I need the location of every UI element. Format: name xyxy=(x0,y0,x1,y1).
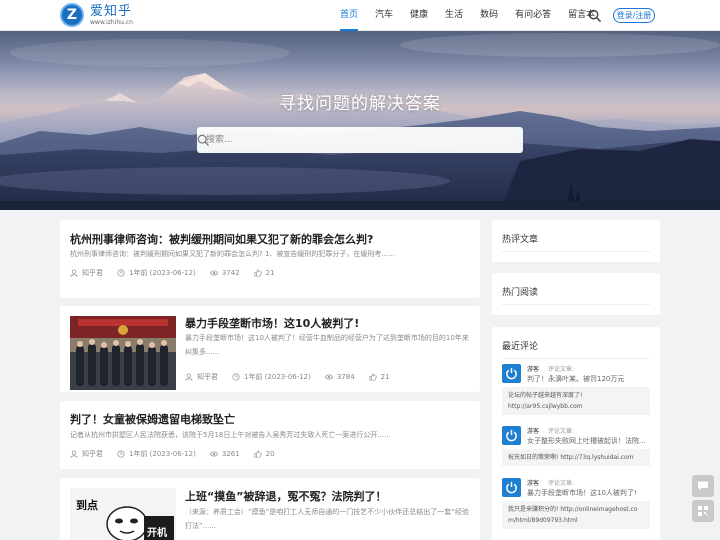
widget-title: 热门阅读 xyxy=(502,288,539,298)
post-date: 1年前 (2023-06-12) xyxy=(244,373,311,381)
comment-item: 游客 评论文章: 女子整形失败网上吐槽被起诉！法院... 祝充如日的策荣啊! h… xyxy=(502,426,650,470)
post-likes: 21 xyxy=(265,269,275,277)
search-icon[interactable] xyxy=(588,9,601,22)
avatar xyxy=(502,426,521,445)
clock-icon xyxy=(232,373,240,381)
post-card[interactable]: 暴力手段垄断市场！这10人被判了! 暴力手段垄断市场！这10人被判了！经营牛血制… xyxy=(60,306,480,392)
power-icon xyxy=(506,481,517,494)
comment-on-label: 评论文章: xyxy=(548,428,575,435)
nav-item-auto[interactable]: 汽车 xyxy=(375,0,393,31)
post-likes: 20 xyxy=(265,450,275,458)
comment-on-label: 评论文章: xyxy=(548,366,575,373)
avatar xyxy=(502,364,521,383)
user-icon xyxy=(70,269,78,277)
post-date: 1年前 (2023-06-12) xyxy=(129,269,196,277)
widget-title: 热评文章 xyxy=(502,235,539,245)
post-title[interactable]: 杭州刑事律师咨询：被判缓刑期间如果又犯了新的罪会怎么判? xyxy=(70,231,373,247)
comment-item: 游客 评论文章: 暴力手段垄断市场！这10人被判了! 我只是来赚积分的! htt… xyxy=(502,478,650,534)
thumbs-up-icon xyxy=(254,269,262,277)
post-author[interactable]: 知乎君 xyxy=(82,449,103,459)
comment-user: 游客 xyxy=(527,428,540,435)
post-thumbnail[interactable]: 到点 开机 xyxy=(70,488,176,540)
nav-item-digital[interactable]: 数码 xyxy=(480,0,498,31)
qrcode-icon xyxy=(698,506,708,516)
mountain-landscape xyxy=(0,33,720,210)
thumbs-up-icon xyxy=(369,373,377,381)
comment-text: 祝充如日的策荣啊! http://73q.lyshuidai.com xyxy=(502,449,650,466)
chat-button[interactable] xyxy=(692,475,714,497)
nav-item-life[interactable]: 生活 xyxy=(445,0,463,31)
eye-icon xyxy=(324,374,333,380)
hero-banner: 寻找问题的解决答案 xyxy=(0,31,720,210)
nav-item-qa[interactable]: 有问必答 xyxy=(515,0,551,31)
main-nav: 首页 汽车 健康 生活 数码 有问必答 留言本 xyxy=(340,0,612,31)
post-title[interactable]: 暴力手段垄断市场！这10人被判了! xyxy=(185,315,359,331)
post-card[interactable]: 判了！女童被保姆遗留电梯致坠亡 记者从杭州市拱墅区人民法院获悉，该院于5月18日… xyxy=(60,401,480,469)
post-card[interactable]: 到点 开机 上班“摸鱼”被辞退，冤不冤？法院判了！ （来源：养质工会）“摸鱼”是… xyxy=(60,478,480,540)
logo-url: www.izhihu.cn xyxy=(90,18,133,26)
post-likes: 21 xyxy=(380,373,390,381)
post-excerpt: 记者从杭州市拱墅区人民法院获悉，该院于5月18日上午对被告人吴秀芳过失致人死亡一… xyxy=(70,431,391,439)
thumbnail-caption-bottom: 开机 xyxy=(147,528,167,539)
avatar xyxy=(502,478,521,497)
comment-article-link[interactable]: 女子整形失败网上吐槽被起诉！法院... xyxy=(527,436,646,446)
post-views: 3261 xyxy=(221,450,240,458)
widget-recent-comments: 最近评论 游客 评论文章: 判了！永濞叶某。被罚120万元 论坛的帖子越来越有深… xyxy=(492,327,660,540)
widget-divider xyxy=(502,251,650,252)
site-logo[interactable]: Z 爱知乎 www.izhihu.cn xyxy=(60,3,133,27)
login-register-button[interactable]: 登录/注册 xyxy=(613,8,655,23)
chat-icon xyxy=(698,481,708,491)
widget-title: 最近评论 xyxy=(502,342,539,352)
comment-item: 游客 评论文章: 判了！永濞叶某。被罚120万元 论坛的帖子越来越有深度了! h… xyxy=(502,364,650,416)
post-thumbnail[interactable] xyxy=(70,316,176,390)
user-icon xyxy=(185,373,193,381)
post-views: 3784 xyxy=(336,373,355,381)
clock-icon xyxy=(117,269,125,277)
comment-user: 游客 xyxy=(527,480,540,487)
logo-mark-icon: Z xyxy=(60,3,84,27)
comment-on-label: 评论文章: xyxy=(548,480,575,487)
site-header: Z 爱知乎 www.izhihu.cn 首页 汽车 健康 生活 数码 有问必答 … xyxy=(0,0,720,31)
widget-hot-reads: 热门阅读 xyxy=(492,273,660,315)
comment-user: 游客 xyxy=(527,366,540,373)
post-author[interactable]: 知乎君 xyxy=(82,268,103,278)
power-icon xyxy=(506,367,517,380)
user-icon xyxy=(70,450,78,458)
logo-name: 爱知乎 xyxy=(90,3,133,19)
power-icon xyxy=(506,429,517,442)
eye-icon xyxy=(209,270,218,276)
comment-text: 我只是来赚积分的! http://onlineimagehost.com/htm… xyxy=(502,501,650,529)
post-date: 1年前 (2023-06-12) xyxy=(129,450,196,458)
comment-article-link[interactable]: 判了！永濞叶某。被罚120万元 xyxy=(527,374,624,384)
clock-icon xyxy=(117,450,125,458)
post-author[interactable]: 知乎君 xyxy=(197,372,218,382)
post-excerpt: 杭州刑事律师咨询：被判缓刑期间如果又犯了新的罪会怎么判? 1、被宣告缓刑的犯罪分… xyxy=(70,250,395,258)
comment-article-link[interactable]: 暴力手段垄断市场！这10人被判了! xyxy=(527,488,637,498)
widget-divider xyxy=(502,358,650,359)
post-excerpt: 暴力手段垄断市场！这10人被判了！经营牛血制品的经营户为了达到垄断市场的目的10… xyxy=(185,334,469,356)
post-meta: 知乎君 1年前 (2023-06-12) 3742 21 xyxy=(70,268,289,278)
hero-title: 寻找问题的解决答案 xyxy=(279,94,441,114)
comment-text: 论坛的帖子越来越有深度了! http://ar95.csjlwybb.com xyxy=(502,387,650,415)
post-excerpt: （来源：养质工会）“摸鱼”是咱打工人无师自通的一门技艺不少小伙伴还总结出了一套“… xyxy=(185,508,469,530)
thumbs-up-icon xyxy=(254,450,262,458)
post-meta: 知乎君 1年前 (2023-06-12) 3784 21 xyxy=(185,372,404,382)
post-card[interactable]: 杭州刑事律师咨询：被判缓刑期间如果又犯了新的罪会怎么判? 杭州刑事律师咨询：被判… xyxy=(60,220,480,298)
nav-item-health[interactable]: 健康 xyxy=(410,0,428,31)
qrcode-button[interactable] xyxy=(692,500,714,522)
widget-divider xyxy=(502,304,650,305)
post-views: 3742 xyxy=(221,269,240,277)
hero-search-box xyxy=(197,127,523,153)
post-meta: 知乎君 1年前 (2023-06-12) 3261 20 xyxy=(70,449,289,459)
post-title[interactable]: 上班“摸鱼”被辞退，冤不冤？法院判了！ xyxy=(185,488,386,504)
hero-search-input[interactable] xyxy=(206,127,486,153)
post-title[interactable]: 判了！女童被保姆遗留电梯致坠亡 xyxy=(70,411,235,427)
widget-hot-comments: 热评文章 xyxy=(492,220,660,262)
eye-icon xyxy=(209,451,218,457)
nav-item-home[interactable]: 首页 xyxy=(340,0,359,31)
search-icon[interactable] xyxy=(197,134,209,146)
